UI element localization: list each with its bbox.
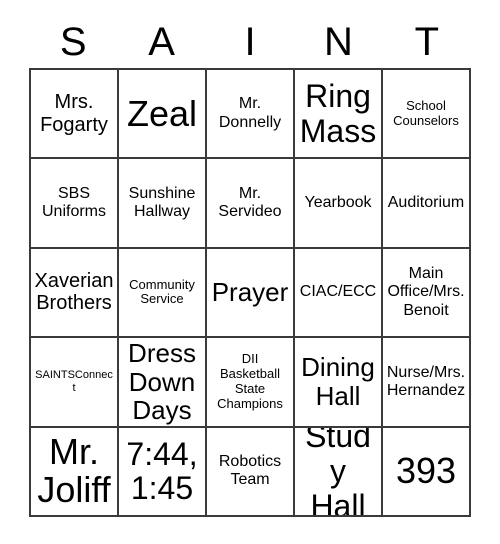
bingo-cell[interactable]: Mr. Servideo: [207, 159, 295, 249]
bingo-cell-label: SBS Uniforms: [41, 184, 106, 221]
bingo-cell-label: Zeal: [126, 92, 198, 134]
bingo-cell[interactable]: 7:44, 1:45: [119, 427, 207, 517]
bingo-cell-label: Mr. Donnelly: [218, 95, 282, 131]
bingo-header-letter-3: I: [244, 20, 256, 64]
bingo-cell-label: 7:44, 1:45: [126, 435, 198, 507]
bingo-header-letter-4: N: [323, 20, 353, 64]
bingo-cell[interactable]: Auditorium: [383, 159, 471, 249]
bingo-cell-label: Study Hall: [305, 427, 371, 517]
bingo-cell[interactable]: CIAC/ECC: [295, 248, 383, 339]
bingo-cell[interactable]: 393: [383, 427, 471, 517]
bingo-cell-label: Sunshine Hallway: [128, 184, 196, 221]
bingo-cell-label: Mr. Servideo: [218, 184, 282, 221]
bingo-cell-label: Community Service: [129, 276, 195, 307]
bingo-cell[interactable]: Nurse/Mrs. Hernandez: [383, 338, 471, 428]
bingo-cell-label: Prayer: [211, 277, 289, 308]
bingo-cell-label: Xaverian Brothers: [34, 270, 114, 315]
bingo-header-row: S A I N T: [29, 16, 471, 68]
bingo-cell-label: Auditorium: [387, 193, 465, 211]
bingo-cell[interactable]: Yearbook: [295, 159, 383, 249]
bingo-cell-label: Mr. Joliff: [37, 431, 111, 511]
bingo-cell-label: SAINTSConnect: [35, 368, 113, 394]
bingo-cell[interactable]: Community Service: [119, 248, 207, 339]
bingo-cell-label: Mrs. Fogarty: [40, 91, 108, 136]
bingo-cell-label: Ring Mass: [299, 78, 377, 149]
bingo-header-letter-5: T: [414, 20, 440, 64]
bingo-cell[interactable]: Robotics Team: [207, 427, 295, 517]
bingo-cell[interactable]: Main Office/Mrs. Benoit: [383, 248, 471, 339]
bingo-cell-label: CIAC/ECC: [299, 283, 377, 301]
bingo-grid: Mrs. Fogarty Zeal Mr. Donnelly Ring Mass…: [29, 68, 471, 517]
bingo-cell[interactable]: Dining Hall: [295, 338, 383, 428]
bingo-cell-label: Dress Down Days: [128, 338, 196, 426]
bingo-cell-label: DII Basketball State Champions: [217, 351, 283, 411]
bingo-cell[interactable]: SAINTSConnect: [31, 338, 119, 428]
bingo-cell-label: 393: [395, 450, 457, 492]
bingo-cell[interactable]: Prayer: [207, 248, 295, 339]
bingo-cell[interactable]: Dress Down Days: [119, 338, 207, 428]
bingo-cell[interactable]: Mr. Joliff: [31, 427, 119, 517]
bingo-cell-label: School Counselors: [393, 97, 459, 128]
bingo-cell-label: Nurse/Mrs. Hernandez: [386, 363, 466, 399]
bingo-cell[interactable]: Sunshine Hallway: [119, 159, 207, 249]
bingo-header-letter-1: S: [59, 20, 87, 64]
bingo-cell[interactable]: Ring Mass: [295, 70, 383, 160]
bingo-cell[interactable]: Xaverian Brothers: [31, 248, 119, 339]
bingo-cell[interactable]: School Counselors: [383, 70, 471, 160]
bingo-cell[interactable]: DII Basketball State Champions: [207, 338, 295, 428]
bingo-cell-label: Robotics Team: [218, 453, 282, 489]
bingo-cell[interactable]: Mrs. Fogarty: [31, 70, 119, 160]
bingo-cell[interactable]: Zeal: [119, 70, 207, 160]
bingo-cell[interactable]: SBS Uniforms: [31, 159, 119, 249]
bingo-header-letter-2: A: [148, 20, 175, 64]
bingo-cell[interactable]: Study Hall: [295, 427, 383, 517]
bingo-cell-label: Yearbook: [304, 193, 372, 211]
bingo-cell[interactable]: Mr. Donnelly: [207, 70, 295, 160]
bingo-cell-label: Main Office/Mrs. Benoit: [387, 265, 465, 319]
bingo-card: S A I N T Mrs. Fogarty Zeal Mr. Donnelly…: [0, 0, 500, 544]
bingo-cell-label: Dining Hall: [301, 352, 375, 411]
